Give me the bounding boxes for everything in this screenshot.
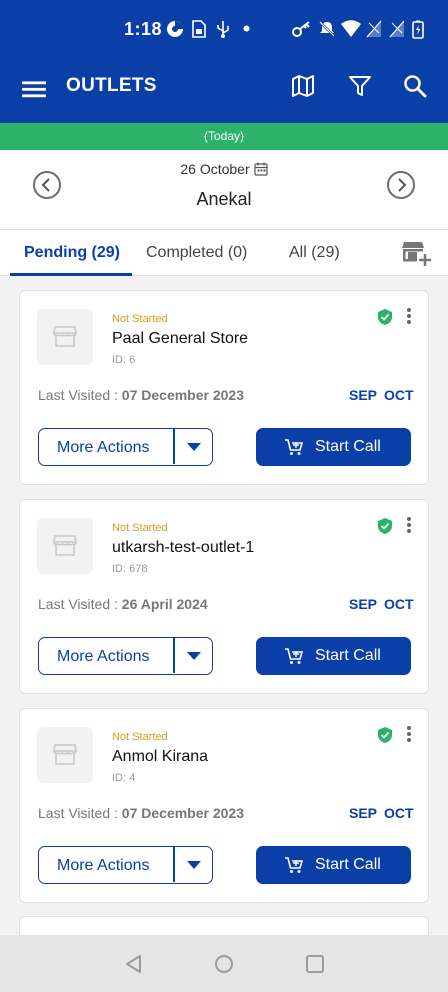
outlet-card[interactable]: Not Started utkarsh-test-outlet-1 ID: 67… (19, 499, 429, 694)
page-title: OUTLETS (66, 75, 157, 96)
more-options-icon[interactable] (405, 517, 413, 533)
status-badge: Not Started (112, 522, 168, 534)
status-badge: Not Started (112, 731, 168, 743)
tab-completed[interactable]: Completed (0) (146, 244, 247, 262)
home-icon[interactable] (214, 954, 234, 974)
more-actions-button[interactable]: More Actions (38, 428, 213, 466)
calendar-icon (254, 162, 268, 176)
today-strip: (Today) (0, 123, 448, 150)
last-visited: Last Visited : 26 April 2024 (38, 596, 208, 612)
dropdown-arrow-icon[interactable] (187, 861, 201, 869)
last-visited: Last Visited : 07 December 2023 (38, 387, 244, 403)
start-call-label: Start Call (315, 647, 381, 664)
system-nav-bar (0, 935, 448, 992)
verified-shield-icon (378, 727, 392, 743)
tab-all[interactable]: All (29) (289, 244, 340, 262)
dot-icon (243, 25, 250, 32)
dropdown-arrow-icon[interactable] (187, 443, 201, 451)
usb-icon (217, 21, 229, 38)
outlet-name: utkarsh-test-outlet-1 (112, 539, 255, 556)
start-call-button[interactable]: Start Call (256, 846, 411, 884)
more-actions-label: More Actions (57, 439, 150, 456)
start-call-label: Start Call (315, 438, 381, 455)
store-thumbnail (37, 518, 93, 574)
dropdown-arrow-icon[interactable] (187, 652, 201, 660)
status-badge: Not Started (112, 313, 168, 325)
outlet-id: ID: 4 (112, 772, 136, 784)
more-actions-label: More Actions (57, 857, 150, 874)
more-options-icon[interactable] (405, 308, 413, 324)
back-icon[interactable] (124, 954, 144, 974)
tabs-bar: Pending (29) Completed (0) All (29) (0, 230, 448, 276)
start-call-button[interactable]: Start Call (256, 637, 411, 675)
cart-icon (285, 648, 304, 664)
outlet-id: ID: 678 (112, 563, 148, 575)
menu-icon[interactable] (21, 76, 47, 102)
recents-icon[interactable] (305, 954, 325, 974)
last-visited: Last Visited : 07 December 2023 (38, 805, 244, 821)
map-icon[interactable] (290, 73, 316, 99)
wifi-icon (341, 20, 361, 37)
verified-shield-icon (378, 518, 392, 534)
month-sep[interactable]: SEP (349, 387, 377, 403)
area-name: Anekal (196, 189, 252, 209)
status-bar: 1:18 (0, 0, 448, 48)
month-oct[interactable]: OCT (384, 387, 414, 403)
store-thumbnail (37, 309, 93, 365)
month-oct[interactable]: OCT (384, 805, 414, 821)
more-actions-label: More Actions (57, 648, 150, 665)
next-day-button[interactable] (387, 171, 415, 199)
month-oct[interactable]: OCT (384, 596, 414, 612)
store-icon (53, 744, 77, 765)
date-display[interactable]: 26 October (0, 161, 448, 177)
verified-shield-icon (378, 309, 392, 325)
sim-card-icon (192, 20, 206, 38)
tab-pending[interactable]: Pending (29) (24, 244, 120, 262)
store-icon (53, 535, 77, 556)
app-bar: OUTLETS (0, 48, 448, 123)
signal-icon (366, 20, 382, 38)
outlet-name: Paal General Store (112, 330, 249, 347)
outlet-card[interactable]: Not Started Anmol Kirana ID: 4 Last Visi… (19, 708, 429, 903)
cart-icon (285, 857, 304, 873)
start-call-button[interactable]: Start Call (256, 428, 411, 466)
more-options-icon[interactable] (405, 726, 413, 742)
month-sep[interactable]: SEP (349, 596, 377, 612)
outlet-card[interactable]: Not Started Paal General Store ID: 6 Las… (19, 290, 429, 485)
battery-icon (412, 20, 424, 39)
search-icon[interactable] (402, 73, 428, 99)
store-thumbnail (37, 727, 93, 783)
filter-icon[interactable] (347, 73, 373, 99)
cart-icon (285, 439, 304, 455)
mute-icon (319, 21, 335, 37)
outlet-name: Anmol Kirana (112, 748, 209, 765)
date-text: 26 October (180, 161, 250, 177)
store-icon (53, 326, 77, 347)
status-time: 1:18 (124, 19, 163, 39)
last-visited-date: 07 December 2023 (121, 387, 244, 403)
more-actions-button[interactable]: More Actions (38, 846, 213, 884)
month-sep[interactable]: SEP (349, 805, 377, 821)
signal-icon (389, 20, 405, 38)
chevron-right-icon (398, 178, 407, 192)
data-saver-icon (167, 21, 183, 37)
more-actions-button[interactable]: More Actions (38, 637, 213, 675)
key-icon (292, 21, 310, 37)
last-visited-date: 26 April 2024 (121, 596, 208, 612)
start-call-label: Start Call (315, 856, 381, 873)
active-tab-indicator (10, 273, 132, 276)
add-outlet-icon[interactable] (401, 239, 431, 267)
date-selector: 26 October Anekal (0, 150, 448, 230)
outlet-id: ID: 6 (112, 354, 136, 366)
last-visited-date: 07 December 2023 (121, 805, 244, 821)
